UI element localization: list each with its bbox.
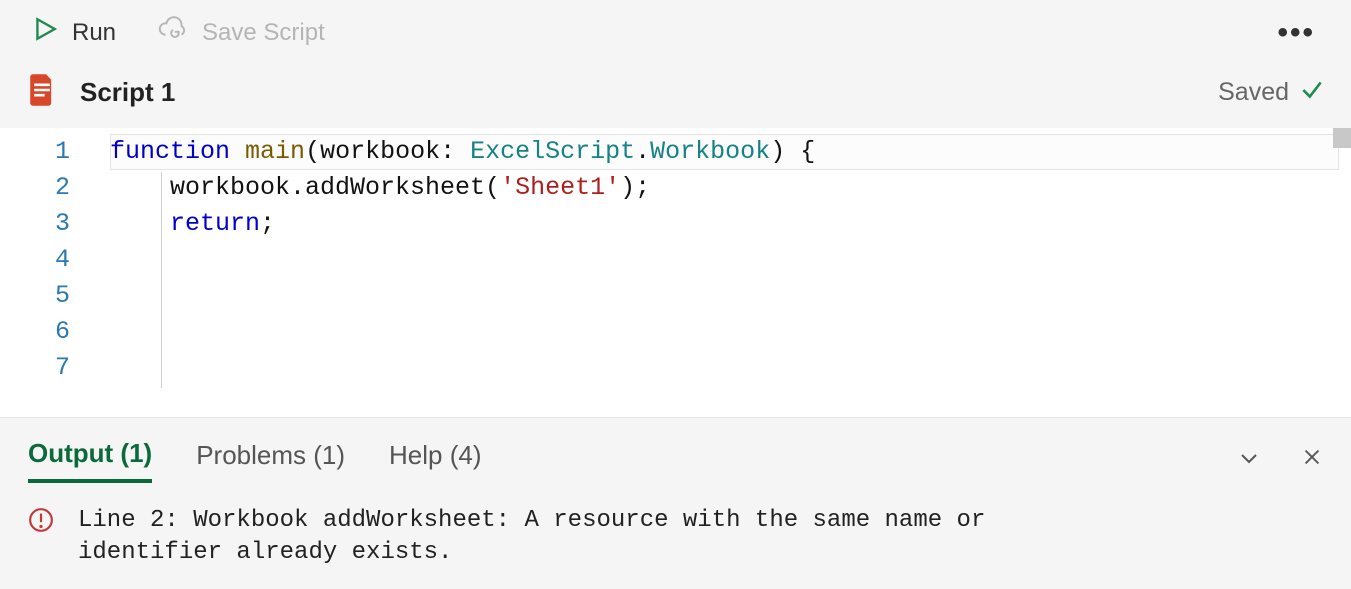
code-line[interactable]	[110, 314, 1351, 350]
code-line[interactable]	[110, 350, 1351, 386]
script-file-icon	[26, 73, 58, 112]
panel-body: Line 2: Workbook addWorksheet: A resourc…	[28, 483, 1323, 569]
code-editor[interactable]: 1 2 3 4 5 6 7 function main(workbook: Ex…	[0, 128, 1351, 417]
line-number: 5	[0, 278, 70, 314]
play-icon	[32, 16, 58, 49]
run-label: Run	[72, 19, 116, 47]
chevron-down-icon	[1237, 446, 1261, 470]
save-status-label: Saved	[1218, 78, 1289, 107]
save-status: Saved	[1218, 76, 1325, 109]
save-script-label: Save Script	[202, 19, 325, 47]
run-button[interactable]: Run	[26, 12, 122, 53]
tab-problems[interactable]: Problems (1)	[196, 440, 345, 481]
tab-help[interactable]: Help (4)	[389, 440, 481, 481]
ellipsis-icon: •••	[1277, 16, 1315, 49]
code-line[interactable]	[110, 278, 1351, 314]
panel-tabs: Output (1) Problems (1) Help (4)	[28, 438, 1323, 483]
toolbar: Run Save Script •••	[0, 0, 1351, 57]
tab-output[interactable]: Output (1)	[28, 438, 152, 483]
error-icon	[28, 507, 54, 569]
code-line[interactable]	[110, 242, 1351, 278]
output-panel: Output (1) Problems (1) Help (4) Line 2:…	[0, 417, 1351, 589]
line-number: 6	[0, 314, 70, 350]
code-line[interactable]: function main(workbook: ExcelScript.Work…	[110, 134, 1351, 170]
title-bar: Script 1 Saved	[0, 57, 1351, 128]
error-message: Line 2: Workbook addWorksheet: A resourc…	[78, 505, 1098, 569]
line-number: 2	[0, 170, 70, 206]
line-number: 4	[0, 242, 70, 278]
line-number: 3	[0, 206, 70, 242]
save-script-button[interactable]: Save Script	[152, 12, 331, 53]
more-options-button[interactable]: •••	[1277, 16, 1325, 50]
close-panel-button[interactable]	[1301, 446, 1323, 475]
collapse-panel-button[interactable]	[1237, 446, 1261, 475]
check-icon	[1299, 76, 1325, 109]
code-area[interactable]: function main(workbook: ExcelScript.Work…	[110, 128, 1351, 417]
cloud-sync-icon	[158, 16, 188, 49]
line-number: 7	[0, 350, 70, 386]
line-number-gutter: 1 2 3 4 5 6 7	[0, 128, 110, 417]
script-name[interactable]: Script 1	[80, 77, 175, 108]
code-line[interactable]: return;	[110, 206, 1351, 242]
close-icon	[1301, 446, 1323, 468]
line-number: 1	[0, 134, 70, 170]
code-line[interactable]: workbook.addWorksheet('Sheet1');	[110, 170, 1351, 206]
